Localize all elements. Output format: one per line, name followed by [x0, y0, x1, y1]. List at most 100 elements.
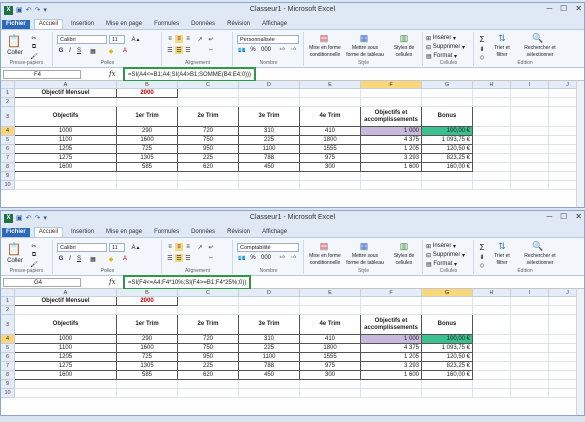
table-cell[interactable]: 1100: [15, 136, 117, 145]
cell[interactable]: [178, 306, 239, 315]
cell[interactable]: [422, 181, 473, 190]
format-painter-icon[interactable]: 🖌: [30, 261, 38, 268]
row-header[interactable]: 10: [1, 181, 15, 190]
tab-item[interactable]: Révision: [223, 20, 254, 29]
row-header[interactable]: 4: [1, 335, 15, 344]
table-header[interactable]: Objectifs: [15, 315, 117, 335]
paste-button[interactable]: Coller: [4, 257, 26, 264]
table-cell[interactable]: 1 093,75 €: [422, 344, 473, 353]
name-box[interactable]: F4: [3, 70, 81, 79]
cell[interactable]: [178, 389, 239, 398]
column-header[interactable]: I: [511, 289, 549, 297]
tab-item[interactable]: Mise en page: [102, 20, 146, 29]
cell[interactable]: [239, 89, 300, 98]
table-cell[interactable]: 120,50 €: [422, 353, 473, 362]
cell[interactable]: [300, 172, 361, 181]
table-cell[interactable]: 585: [117, 371, 178, 380]
cell[interactable]: [422, 172, 473, 181]
tab-item[interactable]: Affichage: [258, 228, 291, 237]
cell[interactable]: [300, 306, 361, 315]
formula-input[interactable]: =SI(F4<=A4;F4*10%;SI(F4>=B1;F4*25%;0)): [123, 275, 252, 290]
table-cell[interactable]: 1100: [15, 344, 117, 353]
cell[interactable]: [511, 98, 549, 107]
table-cell[interactable]: 725: [117, 353, 178, 362]
table-cell[interactable]: 1305: [117, 154, 178, 163]
table-cell[interactable]: 4 375: [361, 344, 422, 353]
paste-icon[interactable]: 📋: [6, 242, 22, 256]
table-cell[interactable]: 160,00 €: [422, 163, 473, 172]
align-top-icon[interactable]: ≡: [166, 35, 174, 43]
cell[interactable]: [178, 89, 239, 98]
table-header[interactable]: 1er Trim: [117, 315, 178, 335]
table-cell[interactable]: 310: [239, 127, 300, 136]
table-cell[interactable]: 160,00 €: [422, 371, 473, 380]
tab-item[interactable]: Données: [187, 20, 219, 29]
cell[interactable]: [473, 172, 511, 181]
table-cell[interactable]: 3 293: [361, 362, 422, 371]
tab-file[interactable]: Fichier: [2, 228, 30, 237]
align-top-icon[interactable]: ≡: [166, 243, 174, 251]
cell[interactable]: [473, 380, 511, 389]
table-cell[interactable]: 1 205: [361, 353, 422, 362]
cell[interactable]: [422, 98, 473, 107]
cell[interactable]: [178, 380, 239, 389]
column-header[interactable]: E: [300, 289, 361, 297]
borders-icon[interactable]: ▦: [88, 47, 98, 55]
table-cell[interactable]: 975: [300, 362, 361, 371]
copy-icon[interactable]: ⧉: [30, 44, 38, 51]
maximize-icon[interactable]: ☐: [560, 4, 567, 13]
redo-icon[interactable]: ↷: [35, 214, 41, 222]
minimize-icon[interactable]: ─: [546, 4, 552, 13]
table-cell[interactable]: 1 000: [361, 127, 422, 136]
column-header[interactable]: D: [239, 81, 300, 89]
close-icon[interactable]: ✕: [575, 4, 582, 13]
cell[interactable]: [511, 145, 549, 154]
format-table-icon[interactable]: ▦: [357, 33, 371, 44]
tab-home[interactable]: Accueil: [33, 19, 64, 29]
cell[interactable]: [511, 335, 549, 344]
font-grow-icon[interactable]: A ▲: [128, 35, 144, 44]
table-cell[interactable]: 120,50 €: [422, 145, 473, 154]
tab-item[interactable]: Affichage: [258, 20, 291, 29]
cell[interactable]: [511, 297, 549, 306]
table-cell[interactable]: 788: [239, 362, 300, 371]
table-cell[interactable]: 750: [178, 136, 239, 145]
table-cell[interactable]: 720: [178, 127, 239, 136]
table-cell[interactable]: 410: [300, 335, 361, 344]
find-select-button[interactable]: Rechercher et sélectionner: [518, 253, 562, 267]
table-cell[interactable]: 450: [239, 371, 300, 380]
cell[interactable]: [473, 306, 511, 315]
minimize-icon[interactable]: ─: [546, 212, 552, 221]
cell[interactable]: [300, 380, 361, 389]
column-header[interactable]: D: [239, 289, 300, 297]
objectif-mensuel-label[interactable]: Objectif Mensuel: [15, 89, 117, 98]
table-header[interactable]: Objectifs: [15, 107, 117, 127]
cell[interactable]: [422, 306, 473, 315]
cell[interactable]: [511, 154, 549, 163]
font-name-select[interactable]: Calibri: [57, 243, 107, 252]
close-icon[interactable]: ✕: [575, 212, 582, 221]
cell[interactable]: [473, 154, 511, 163]
cell-styles-icon[interactable]: ▥: [397, 241, 411, 252]
table-cell[interactable]: 1275: [15, 154, 117, 163]
format-table-icon[interactable]: ▦: [357, 241, 371, 252]
table-cell[interactable]: 1275: [15, 362, 117, 371]
row-header[interactable]: 1: [1, 297, 15, 306]
cell-styles-button[interactable]: Styles de cellules: [387, 45, 421, 59]
align-right-icon[interactable]: ☰: [184, 254, 192, 262]
cell[interactable]: [473, 344, 511, 353]
underline-icon[interactable]: S: [75, 47, 83, 55]
vertical-scrollbar[interactable]: [576, 81, 584, 207]
table-cell[interactable]: 1555: [300, 353, 361, 362]
align-right-icon[interactable]: ☰: [184, 46, 192, 54]
table-cell[interactable]: 1 205: [361, 145, 422, 154]
row-header[interactable]: 2: [1, 98, 15, 107]
cell[interactable]: [511, 89, 549, 98]
italic-icon[interactable]: I: [66, 47, 74, 55]
save-icon[interactable]: ▣: [16, 214, 23, 222]
align-center-icon[interactable]: ☰: [175, 254, 183, 262]
row-header[interactable]: 5: [1, 344, 15, 353]
paste-icon[interactable]: 📋: [6, 34, 22, 48]
wrap-text-icon[interactable]: ↵: [207, 243, 215, 251]
row-header[interactable]: 9: [1, 380, 15, 389]
